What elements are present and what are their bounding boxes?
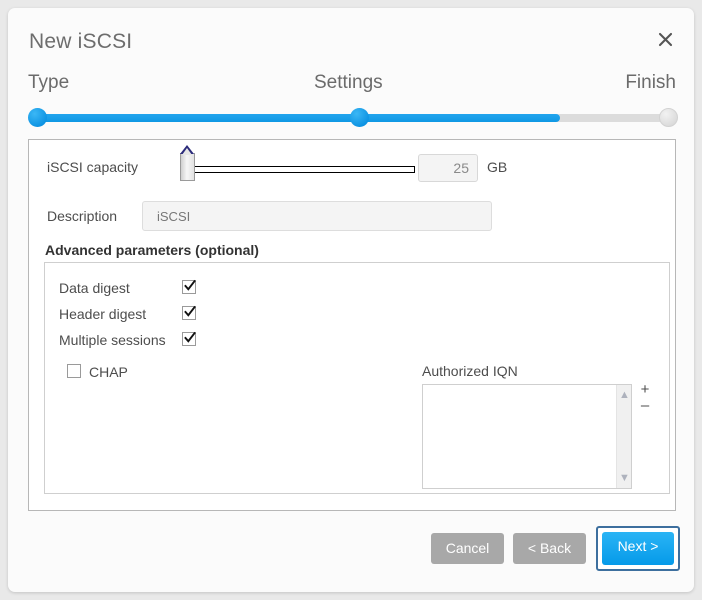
- description-input[interactable]: [142, 201, 492, 231]
- authorized-iqn-list[interactable]: ▲ ▼: [422, 384, 632, 489]
- cancel-button[interactable]: Cancel: [431, 533, 504, 564]
- capacity-slider-thumb-cap-inner: [182, 148, 192, 155]
- settings-panel: iSCSI capacity 25 GB Description Advance…: [28, 139, 676, 511]
- multiple-sessions-checkbox[interactable]: [182, 331, 196, 346]
- next-button-focus-ring: Next >: [596, 526, 680, 571]
- add-iqn-button[interactable]: +: [637, 381, 653, 398]
- capacity-slider[interactable]: [166, 145, 416, 188]
- authorized-iqn-scrollbar[interactable]: ▲ ▼: [616, 385, 631, 488]
- data-digest-checkbox[interactable]: [182, 279, 196, 294]
- step-label-finish: Finish: [625, 72, 676, 93]
- step-dot-settings[interactable]: [350, 108, 369, 127]
- dialog-titlebar: New iSCSI: [8, 8, 694, 66]
- next-button[interactable]: Next >: [602, 532, 674, 565]
- header-digest-checkbox[interactable]: [182, 305, 196, 320]
- back-button[interactable]: < Back: [513, 533, 586, 564]
- remove-iqn-button[interactable]: –: [637, 397, 653, 414]
- new-iscsi-dialog: New iSCSI Type Settings Finish iSCSI cap…: [8, 8, 694, 592]
- step-label-type: Type: [28, 72, 70, 93]
- chevron-down-icon[interactable]: ▼: [617, 471, 632, 485]
- capacity-unit-label: GB: [487, 159, 508, 175]
- data-digest-label: Data digest: [59, 280, 130, 296]
- multiple-sessions-label: Multiple sessions: [59, 332, 166, 348]
- dialog-footer: Cancel < Back Next >: [8, 516, 694, 592]
- capacity-slider-thumb[interactable]: [180, 153, 195, 181]
- advanced-parameters-title: Advanced parameters (optional): [45, 242, 259, 258]
- description-row: Description: [29, 196, 675, 242]
- header-digest-label: Header digest: [59, 306, 147, 322]
- stepper-progress-fill: [34, 114, 560, 122]
- chap-label: CHAP: [89, 364, 128, 380]
- capacity-label: iSCSI capacity: [47, 159, 139, 175]
- advanced-parameters-panel: Data digest Header digest Multiple sessi…: [44, 262, 670, 494]
- step-label-settings: Settings: [314, 72, 383, 93]
- description-label: Description: [47, 208, 118, 224]
- step-dot-finish[interactable]: [659, 108, 678, 127]
- wizard-stepper: Type Settings Finish: [8, 70, 694, 132]
- chap-checkbox[interactable]: [67, 364, 81, 378]
- authorized-iqn-label: Authorized IQN: [422, 363, 518, 379]
- capacity-slider-track: [186, 166, 415, 173]
- capacity-input[interactable]: 25: [418, 154, 478, 182]
- chevron-up-icon[interactable]: ▲: [617, 388, 632, 402]
- capacity-row: iSCSI capacity 25 GB: [29, 140, 675, 196]
- step-dot-type[interactable]: [28, 108, 47, 127]
- page-title: New iSCSI: [29, 30, 133, 53]
- close-icon[interactable]: [650, 25, 680, 55]
